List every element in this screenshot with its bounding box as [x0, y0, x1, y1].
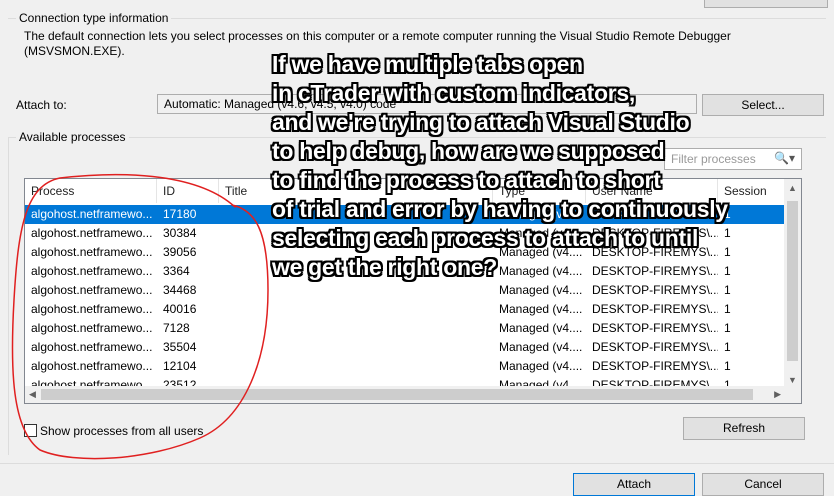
overlay-line: and we're trying to attach Visual Studio	[272, 109, 690, 135]
overlay-line: If we have multiple tabs open	[272, 51, 583, 77]
overlay-line: to find the process to attach to short	[272, 167, 661, 193]
overlay-line: to help debug, how are we supposed	[272, 138, 665, 164]
overlay-line: selecting each process to attach to unti…	[272, 225, 699, 251]
overlay-line: we get the right one?	[272, 254, 497, 280]
overlay-line: of trial and error by having to continuo…	[272, 196, 728, 222]
overlay-question-text: If we have multiple tabs open in cTrader…	[272, 50, 832, 282]
overlay-line: in cTrader with custom indicators,	[272, 80, 635, 106]
